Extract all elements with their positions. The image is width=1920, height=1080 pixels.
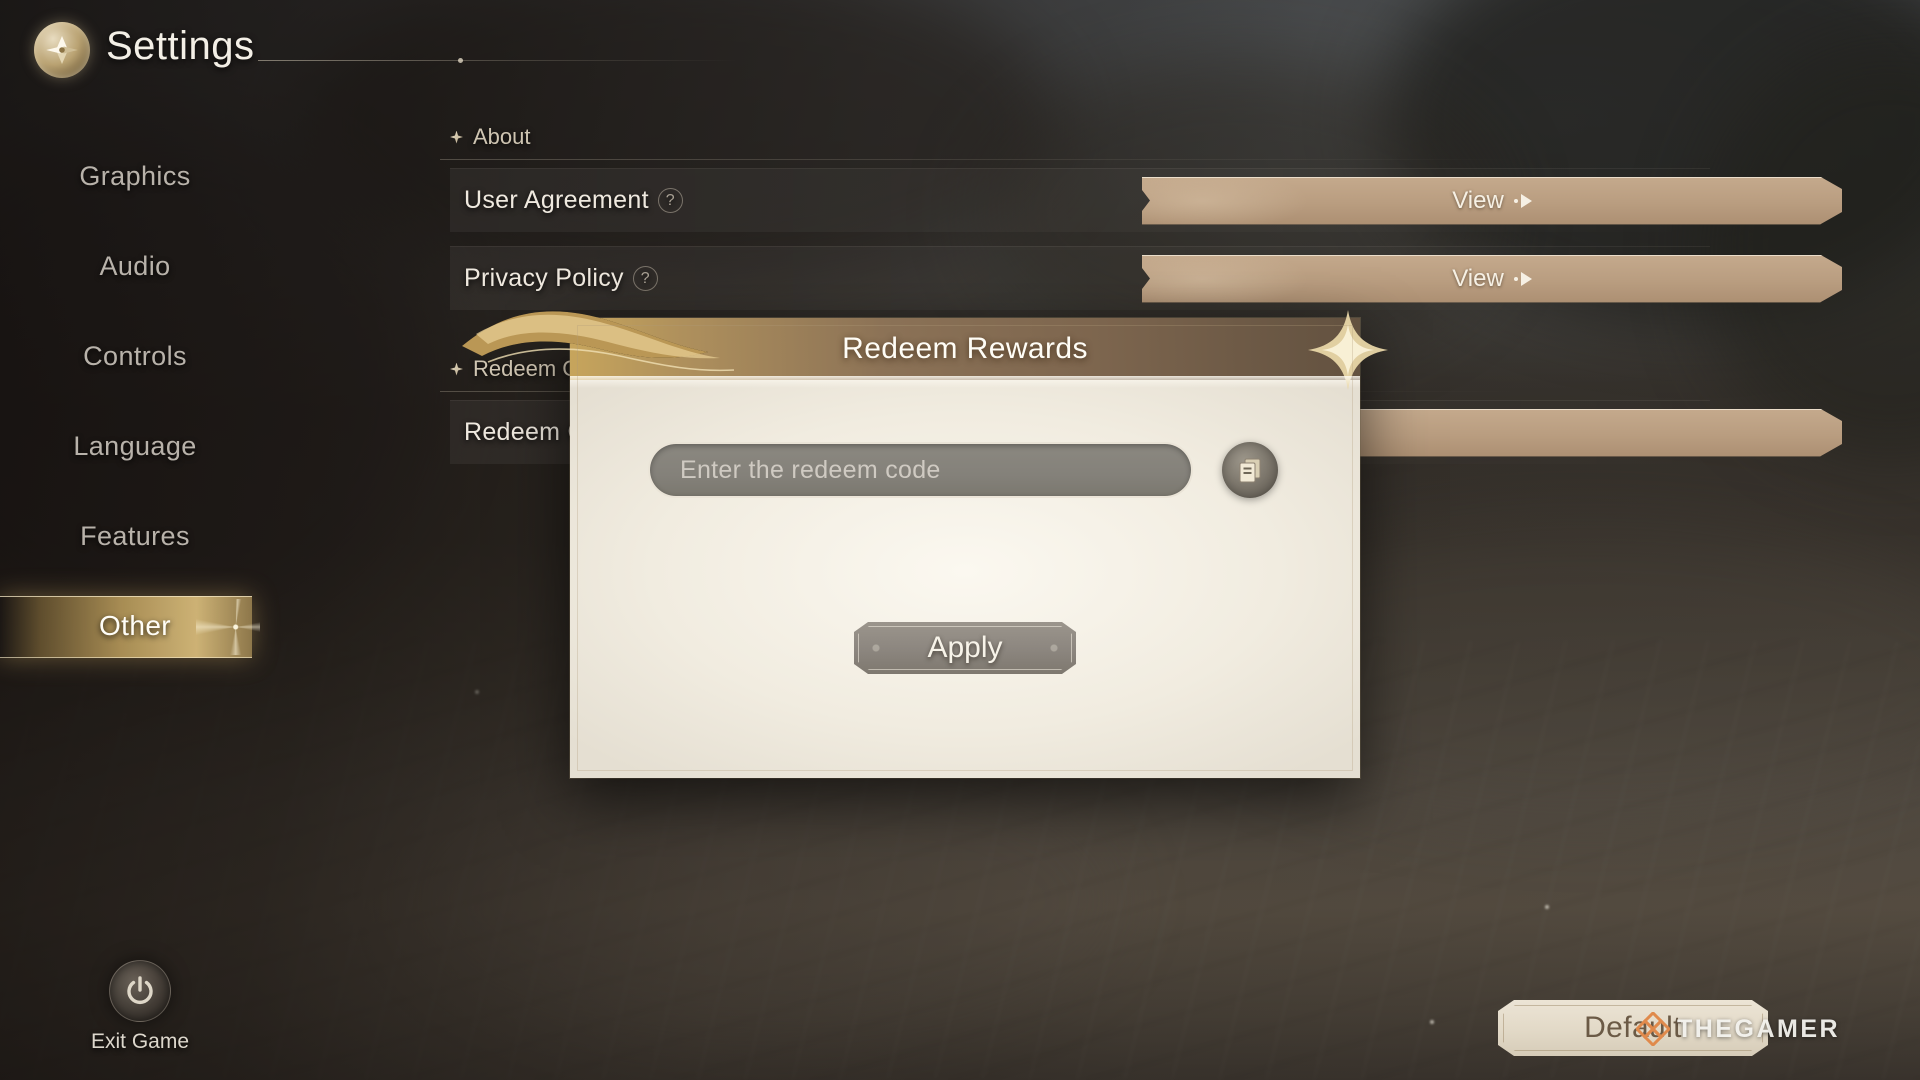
sidebar-item-audio[interactable]: Audio bbox=[0, 240, 270, 292]
page-title: Settings bbox=[106, 24, 255, 68]
sidebar-item-controls[interactable]: Controls bbox=[0, 330, 270, 382]
view-user-agreement-button[interactable]: View bbox=[1142, 177, 1842, 225]
row-label-text: Privacy Policy bbox=[464, 264, 624, 292]
arrow-right-icon bbox=[1514, 194, 1532, 208]
sparkle-diamond-icon bbox=[450, 130, 463, 144]
compass-emblem-icon bbox=[34, 22, 90, 78]
settings-header: Settings bbox=[0, 0, 760, 110]
section-title: About bbox=[473, 124, 531, 149]
view-privacy-policy-button[interactable]: View bbox=[1142, 255, 1842, 303]
sidebar-item-label: Graphics bbox=[79, 160, 191, 191]
settings-sidebar: Graphics Audio Controls Language Feature… bbox=[0, 150, 270, 690]
row-user-agreement: User Agreement ? View bbox=[450, 168, 1710, 232]
dialog-title: Redeem Rewards bbox=[842, 332, 1088, 365]
sidebar-item-label: Audio bbox=[99, 250, 171, 281]
arrow-right-icon bbox=[1514, 272, 1532, 286]
dialog-titlebar: Redeem Rewards bbox=[462, 310, 1388, 390]
paste-clipboard-icon[interactable] bbox=[1222, 442, 1278, 498]
redeem-code-input[interactable]: Enter the redeem code bbox=[648, 442, 1193, 498]
dialog-body: Enter the redeem code Apply bbox=[570, 380, 1360, 778]
exit-game-button[interactable]: Exit Game bbox=[62, 960, 218, 1054]
row-label: Privacy Policy ? bbox=[464, 264, 658, 293]
section-header-about: About bbox=[440, 120, 1710, 160]
redeem-rewards-dialog: Redeem Rewards Enter the redeem code App… bbox=[462, 310, 1388, 778]
row-label-text: User Agreement bbox=[464, 186, 649, 214]
sparkle-diamond-icon bbox=[450, 362, 463, 376]
question-mark-icon[interactable]: ? bbox=[632, 266, 658, 291]
header-divider bbox=[258, 58, 738, 63]
view-button-label: View bbox=[1452, 264, 1504, 292]
sidebar-item-graphics[interactable]: Graphics bbox=[0, 150, 270, 202]
sidebar-item-language[interactable]: Language bbox=[0, 420, 270, 472]
default-button[interactable]: Default bbox=[1498, 1000, 1768, 1056]
row-privacy-policy: Privacy Policy ? View bbox=[450, 246, 1710, 310]
sidebar-item-other[interactable]: Other bbox=[0, 596, 270, 658]
question-mark-icon[interactable]: ? bbox=[657, 188, 683, 213]
apply-button[interactable]: Apply bbox=[854, 622, 1076, 674]
row-label: User Agreement ? bbox=[464, 186, 683, 215]
redeem-code-placeholder: Enter the redeem code bbox=[680, 455, 941, 484]
view-button-label: View bbox=[1452, 186, 1504, 214]
exit-game-label: Exit Game bbox=[90, 1030, 190, 1053]
apply-button-label: Apply bbox=[927, 631, 1003, 664]
dialog-panel: Redeem Rewards Enter the redeem code App… bbox=[462, 310, 1388, 778]
sidebar-item-label: Language bbox=[73, 430, 197, 461]
sidebar-item-label: Other bbox=[98, 610, 172, 641]
sidebar-item-label: Controls bbox=[83, 340, 187, 371]
sidebar-item-features[interactable]: Features bbox=[0, 510, 270, 562]
sidebar-item-label: Features bbox=[80, 520, 190, 551]
default-button-label: Default bbox=[1584, 1011, 1682, 1044]
power-icon bbox=[109, 960, 171, 1022]
